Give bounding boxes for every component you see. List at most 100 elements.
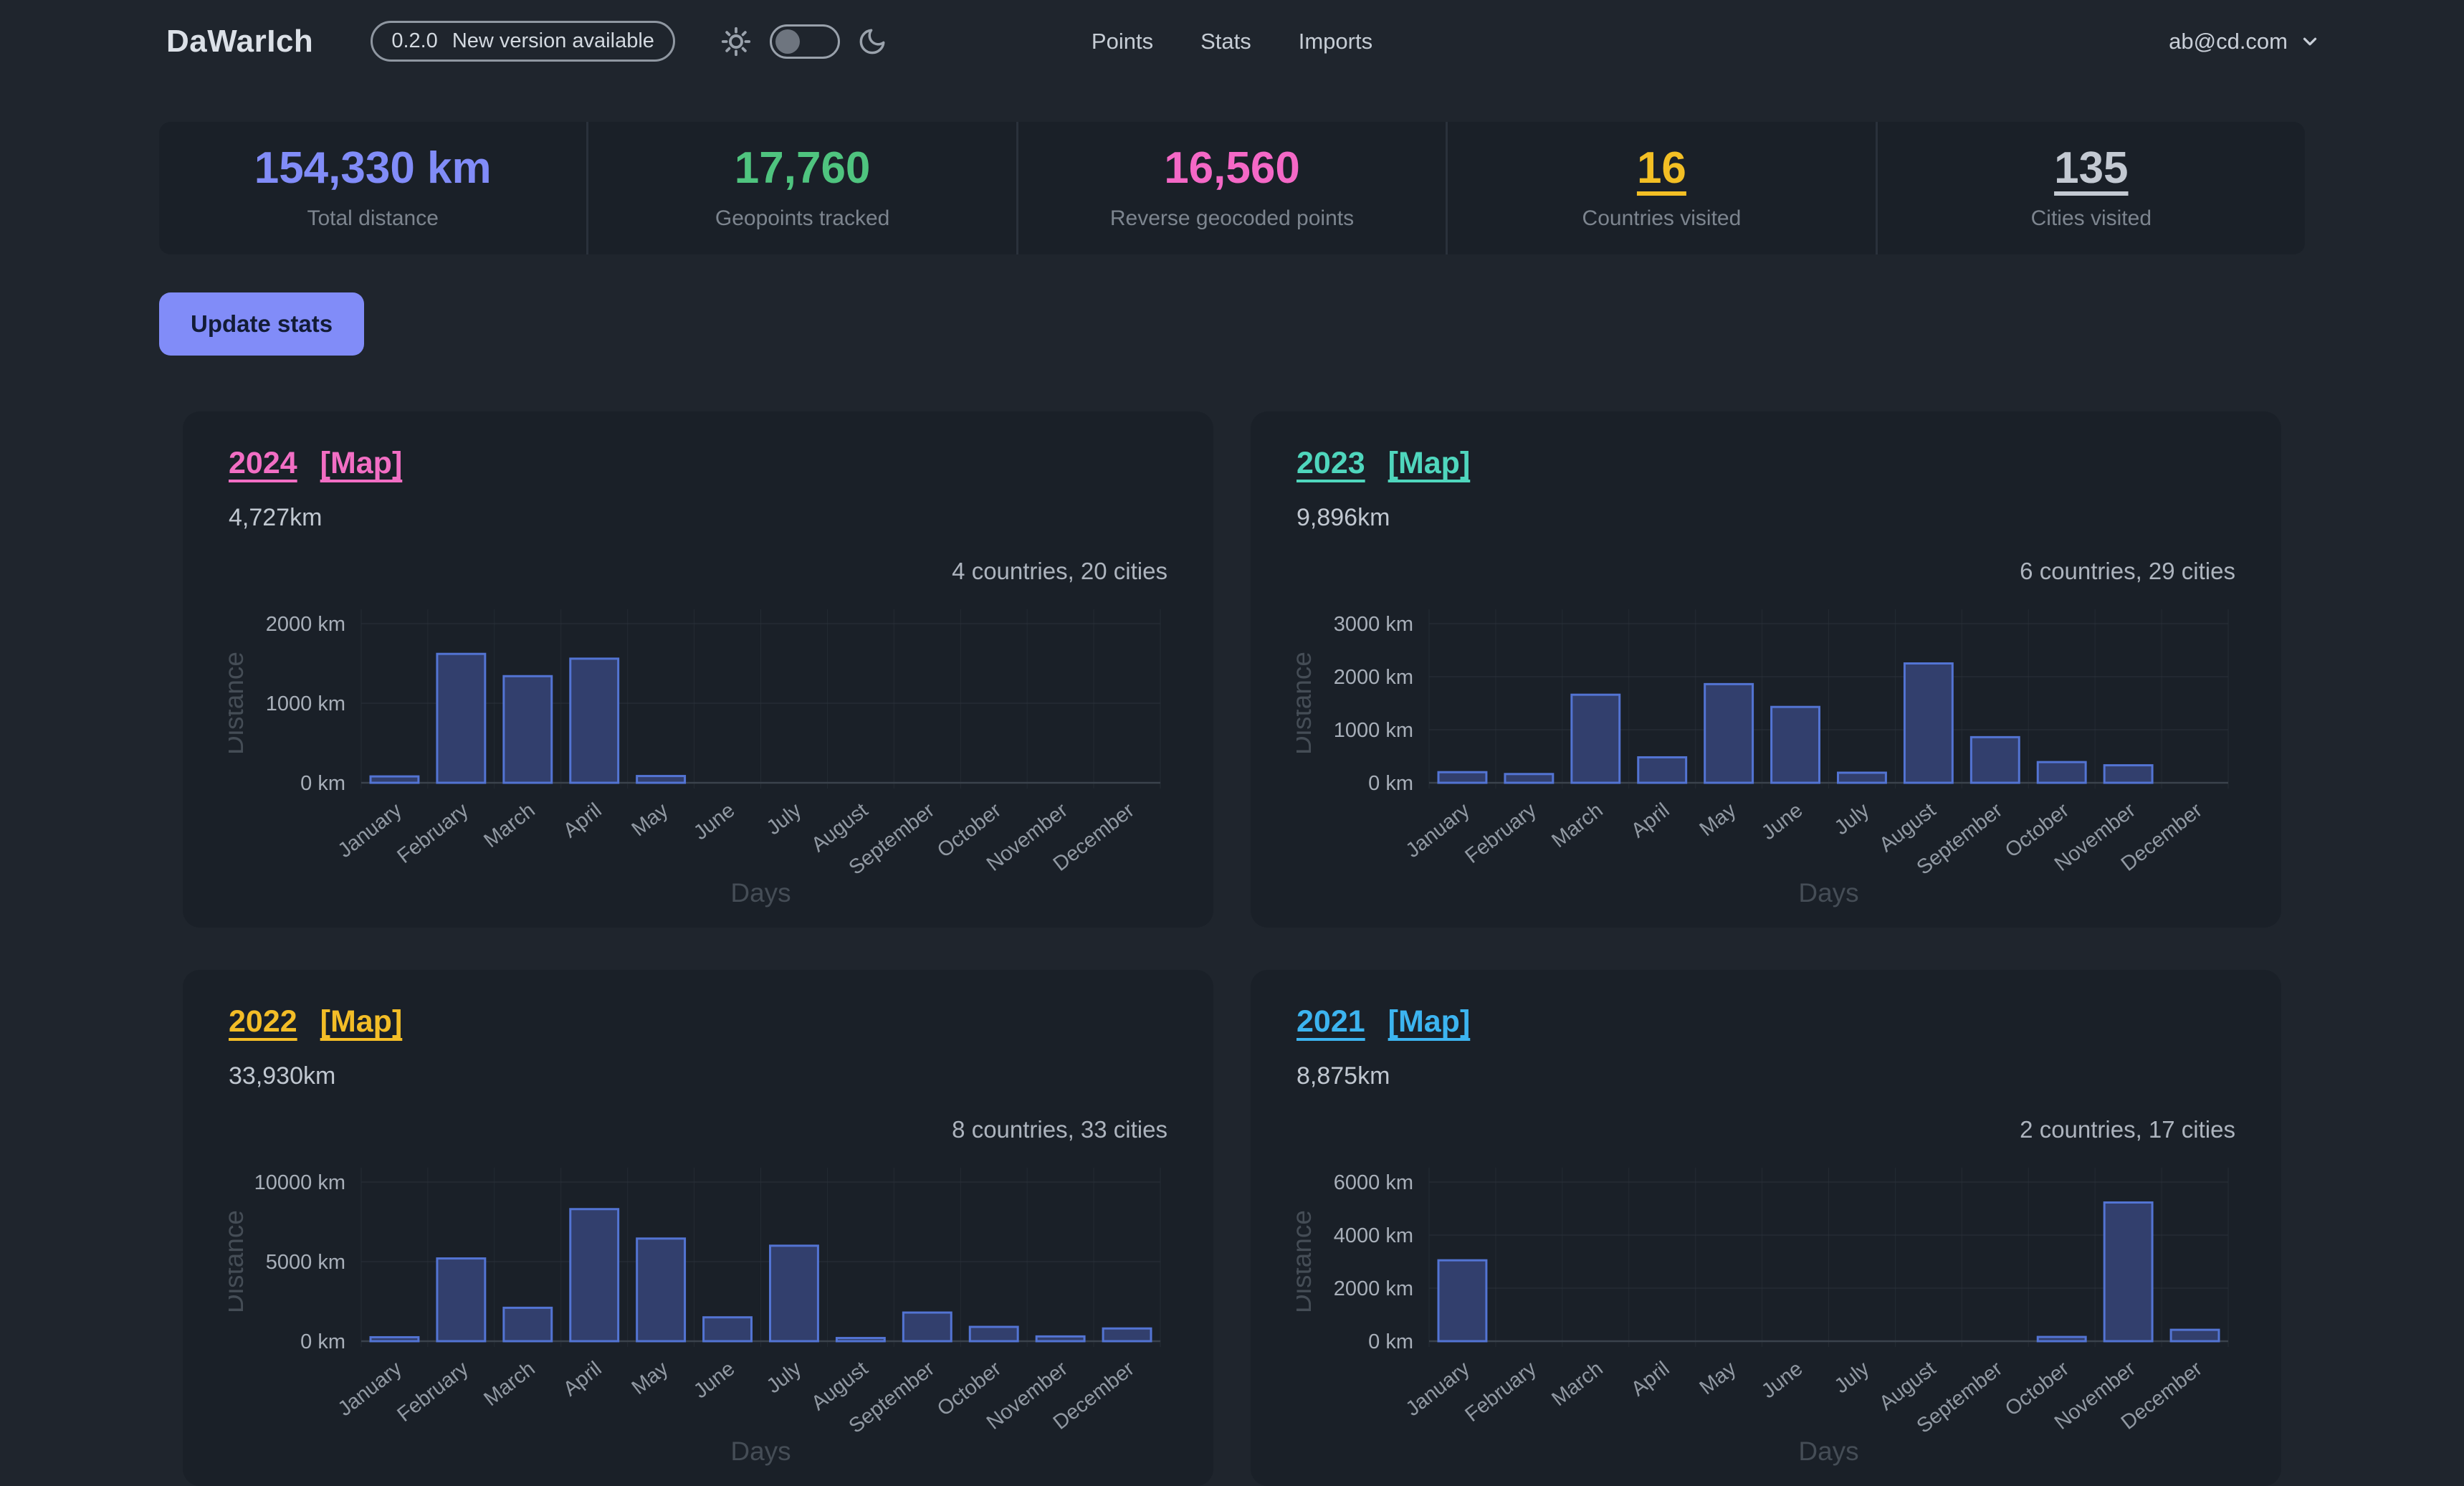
user-menu[interactable]: ab@cd.com [2169, 29, 2321, 54]
y-axis-title: Distance [1297, 1210, 1317, 1313]
bar-november [1036, 1336, 1084, 1341]
x-tick-label: June [689, 1357, 739, 1403]
y-tick-label: 0 km [300, 772, 345, 795]
bar-august [1904, 664, 1952, 784]
bar-february [437, 654, 485, 783]
year-card: 2023 [Map] 9,896km 6 countries, 29 citie… [1251, 411, 2281, 928]
y-tick-label: 10000 km [254, 1171, 345, 1194]
y-tick-label: 0 km [1368, 1330, 1413, 1353]
theme-toggle[interactable] [770, 24, 840, 59]
year-link-2024[interactable]: 2024 [229, 446, 297, 480]
y-tick-label: 4000 km [1334, 1224, 1413, 1247]
map-link-2021[interactable]: [Map] [1388, 1004, 1471, 1039]
x-tick-label: April [559, 799, 606, 842]
year-chart-2024: 0 km1000 km2000 kmJanuaryFebruaryMarchAp… [229, 588, 1167, 912]
year-card: 2024 [Map] 4,727km 4 countries, 20 citie… [183, 411, 1213, 928]
y-axis-title: Distance [229, 652, 249, 755]
map-link-2023[interactable]: [Map] [1388, 446, 1471, 480]
x-axis-title: Days [730, 1437, 791, 1466]
bar-july [1838, 773, 1886, 783]
bar-november [2104, 1202, 2152, 1341]
stat-value[interactable]: 16 [1637, 146, 1686, 191]
year-distance: 9,896km [1297, 504, 2235, 532]
x-tick-label: March [1547, 799, 1607, 852]
bar-february [1505, 774, 1553, 783]
bar-october [970, 1327, 1018, 1341]
stat-label: Reverse geocoded points [1110, 206, 1354, 231]
x-tick-label: April [1627, 799, 1673, 842]
x-tick-label: July [1830, 799, 1874, 839]
year-summary: 8 countries, 33 cities [229, 1116, 1167, 1143]
chevron-down-icon [2299, 31, 2321, 52]
year-distance: 4,727km [229, 504, 1167, 532]
main-nav: Points Stats Imports [1092, 29, 1372, 54]
stat-label: Cities visited [2031, 206, 2152, 231]
bar-june [704, 1318, 752, 1341]
x-axis-title: Days [1798, 878, 1858, 908]
stat-label: Countries visited [1582, 206, 1742, 231]
x-tick-label: May [628, 799, 673, 841]
year-link-2021[interactable]: 2021 [1297, 1004, 1365, 1039]
year-card-title: 2024 [Map] [229, 446, 1167, 481]
dashboard-page: { "header": { "logo": "DaWarIch", "versi… [0, 0, 2464, 1363]
bar-september [903, 1313, 951, 1341]
year-card-title: 2023 [Map] [1297, 446, 2235, 481]
year-summary: 6 countries, 29 cities [1297, 558, 2235, 585]
year-card-title: 2022 [Map] [229, 1004, 1167, 1039]
x-tick-label: June [1757, 799, 1807, 844]
y-tick-label: 0 km [1368, 772, 1413, 795]
bar-february [437, 1259, 485, 1341]
year-card: 2021 [Map] 8,875km 2 countries, 17 citie… [1251, 970, 2281, 1486]
year-distance: 33,930km [229, 1062, 1167, 1090]
bar-december [2171, 1330, 2219, 1341]
version-badge[interactable]: 0.2.0 New version available [371, 21, 675, 62]
year-card: 2022 [Map] 33,930km 8 countries, 33 citi… [183, 970, 1213, 1486]
bar-january [1438, 772, 1486, 783]
x-tick-label: May [1696, 799, 1741, 841]
stat-value: 17,760 [735, 146, 871, 191]
y-tick-label: 1000 km [266, 692, 345, 715]
nav-link-stats[interactable]: Stats [1200, 29, 1251, 54]
y-tick-label: 5000 km [266, 1251, 345, 1274]
map-link-2022[interactable]: [Map] [320, 1004, 403, 1039]
bar-september [1971, 737, 2019, 783]
bar-april [570, 1209, 619, 1341]
map-link-2024[interactable]: [Map] [320, 446, 403, 480]
x-tick-label: February [1461, 1357, 1542, 1427]
stat-label: Geopoints tracked [715, 206, 889, 231]
x-axis-title: Days [1798, 1437, 1858, 1466]
stat-cell: 17,760 Geopoints tracked [586, 122, 1016, 254]
nav-link-imports[interactable]: Imports [1299, 29, 1372, 54]
year-summary: 4 countries, 20 cities [229, 558, 1167, 585]
x-tick-label: April [559, 1357, 606, 1401]
version-number: 0.2.0 [391, 29, 438, 53]
theme-switcher [720, 24, 887, 59]
x-tick-label: February [393, 1357, 474, 1427]
stat-cell: 16,560 Reverse geocoded points [1016, 122, 1446, 254]
bar-august [836, 1338, 884, 1341]
x-tick-label: February [393, 799, 474, 868]
year-link-2022[interactable]: 2022 [229, 1004, 297, 1039]
x-tick-label: July [763, 799, 806, 839]
y-axis-title: Distance [229, 1210, 249, 1313]
x-tick-label: June [689, 799, 739, 844]
x-axis-title: Days [730, 878, 791, 908]
update-stats-button[interactable]: Update stats [159, 292, 364, 356]
stat-cell: 16 Countries visited [1446, 122, 1875, 254]
bar-october [2038, 762, 2086, 783]
stat-value[interactable]: 135 [2054, 146, 2128, 191]
x-tick-label: June [1757, 1357, 1807, 1403]
stat-cell: 135 Cities visited [1876, 122, 2305, 254]
bar-january [371, 1337, 419, 1341]
year-cards-grid: 2024 [Map] 4,727km 4 countries, 20 citie… [183, 411, 2281, 1486]
stat-value: 154,330 km [254, 146, 492, 191]
year-chart-2023: 0 km1000 km2000 km3000 kmJanuaryFebruary… [1297, 588, 2235, 912]
year-card-title: 2021 [Map] [1297, 1004, 2235, 1039]
sun-icon [720, 25, 753, 58]
nav-link-points[interactable]: Points [1092, 29, 1153, 54]
x-tick-label: March [1547, 1357, 1607, 1411]
year-link-2023[interactable]: 2023 [1297, 446, 1365, 480]
app-logo: DaWarIch [166, 24, 313, 59]
bar-april [570, 659, 619, 783]
y-tick-label: 2000 km [266, 613, 345, 636]
